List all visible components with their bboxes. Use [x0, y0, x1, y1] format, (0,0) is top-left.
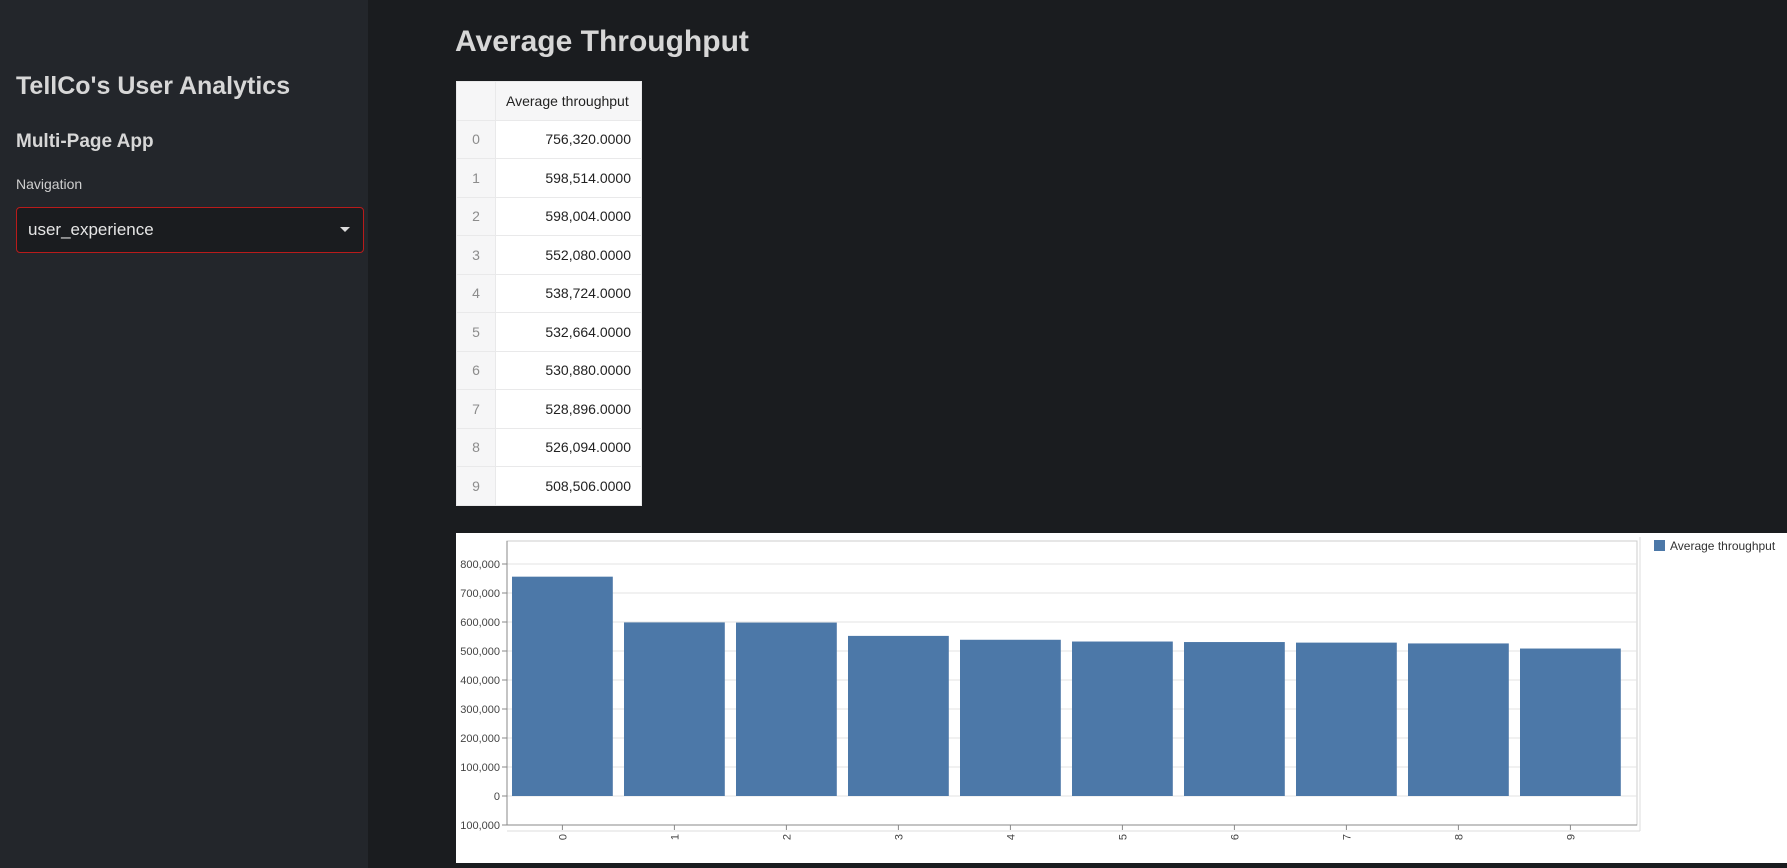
- bar: [736, 622, 837, 796]
- table-cell[interactable]: 756,320.0000: [495, 119, 642, 159]
- table-cell[interactable]: 598,004.0000: [495, 196, 642, 236]
- x-tick-label: 4: [1005, 834, 1017, 840]
- x-tick-label: 5: [1117, 834, 1129, 840]
- table-cell[interactable]: 552,080.0000: [495, 235, 642, 275]
- table-cell[interactable]: 532,664.0000: [495, 312, 642, 352]
- y-tick-label: 600,000: [460, 617, 500, 629]
- legend-swatch: [1654, 540, 1665, 551]
- app-title: TellCo's User Analytics: [16, 72, 291, 100]
- y-tick-label: 800,000: [460, 559, 500, 571]
- table-row-index: 9: [456, 466, 496, 506]
- x-tick-label: 3: [893, 834, 905, 840]
- table-header-index[interactable]: [456, 81, 496, 121]
- x-tick-label: 2: [781, 834, 793, 840]
- app-subtitle: Multi-Page App: [16, 131, 154, 152]
- table-row-index: 3: [456, 235, 496, 275]
- table-cell[interactable]: 528,896.0000: [495, 389, 642, 429]
- table-cell[interactable]: 508,506.0000: [495, 466, 642, 506]
- page-title: Average Throughput: [455, 25, 749, 58]
- x-tick-label: 0: [557, 834, 569, 840]
- table-row: 2 598,004.0000: [456, 196, 642, 236]
- table-row-index: 5: [456, 312, 496, 352]
- bar: [1296, 642, 1397, 796]
- navigation-select[interactable]: user_experience: [16, 207, 364, 253]
- bar: [1520, 648, 1621, 796]
- bar: [1184, 642, 1285, 796]
- bar-chart[interactable]: 100,000 0 100,000 200,000 300,000 400,000 500,…: [456, 533, 1787, 863]
- table-row-index: 6: [456, 350, 496, 390]
- table-cell[interactable]: 538,724.0000: [495, 273, 642, 313]
- table-row: 4 538,724.0000: [456, 273, 642, 313]
- bar: [960, 639, 1061, 796]
- table-row: 7 528,896.0000: [456, 389, 642, 429]
- chevron-down-icon: [340, 227, 350, 232]
- table-cell[interactable]: 598,514.0000: [495, 158, 642, 198]
- table-row-index: 1: [456, 158, 496, 198]
- y-tick-label: 200,000: [460, 733, 500, 745]
- table-row: 8 526,094.0000: [456, 427, 642, 467]
- table-row: 0 756,320.0000: [456, 119, 642, 159]
- bar: [848, 635, 949, 796]
- table-row-index: 7: [456, 389, 496, 429]
- bar: [1072, 641, 1173, 796]
- table-row-index: 0: [456, 119, 496, 159]
- x-tick-label: 8: [1453, 834, 1465, 840]
- bar: [624, 622, 725, 796]
- navigation-select-value: user_experience: [28, 220, 154, 239]
- table-row: 1 598,514.0000: [456, 158, 642, 198]
- y-tick-label: 700,000: [460, 588, 500, 600]
- bar: [1408, 643, 1509, 796]
- bar-chart-svg: 100,000 0 100,000 200,000 300,000 400,000 500,…: [460, 537, 1776, 840]
- x-tick-label: 7: [1341, 834, 1353, 840]
- x-tick-label: 1: [669, 834, 681, 840]
- table-row: 6 530,880.0000: [456, 350, 642, 390]
- table-row-index: 8: [456, 427, 496, 467]
- bar: [512, 576, 613, 796]
- table-header-row: Average throughput: [456, 81, 642, 121]
- table-cell[interactable]: 530,880.0000: [495, 350, 642, 390]
- x-tick-label: 6: [1229, 834, 1241, 840]
- table-row-index: 2: [456, 196, 496, 236]
- y-tick-label: 0: [494, 791, 500, 803]
- table-cell[interactable]: 526,094.0000: [495, 427, 642, 467]
- y-tick-label: 100,000: [460, 762, 500, 774]
- y-tick-label: 400,000: [460, 675, 500, 687]
- table-row: 9 508,506.0000: [456, 466, 642, 506]
- navigation-label: Navigation: [16, 176, 83, 192]
- legend-label: Average throughput: [1670, 539, 1776, 553]
- x-tick-label: 9: [1565, 834, 1577, 840]
- table-row: 5 532,664.0000: [456, 312, 642, 352]
- sidebar: TellCo's User Analytics Multi-Page App N…: [0, 0, 368, 868]
- y-tick-label: 300,000: [460, 704, 500, 716]
- table-row-index: 4: [456, 273, 496, 313]
- table-row: 3 552,080.0000: [456, 235, 642, 275]
- table-header-average-throughput[interactable]: Average throughput: [495, 81, 642, 121]
- y-tick-label: 100,000: [460, 820, 500, 832]
- data-table[interactable]: Average throughput 0 756,320.0000 1 598,51…: [456, 81, 642, 506]
- y-tick-label: 500,000: [460, 646, 500, 658]
